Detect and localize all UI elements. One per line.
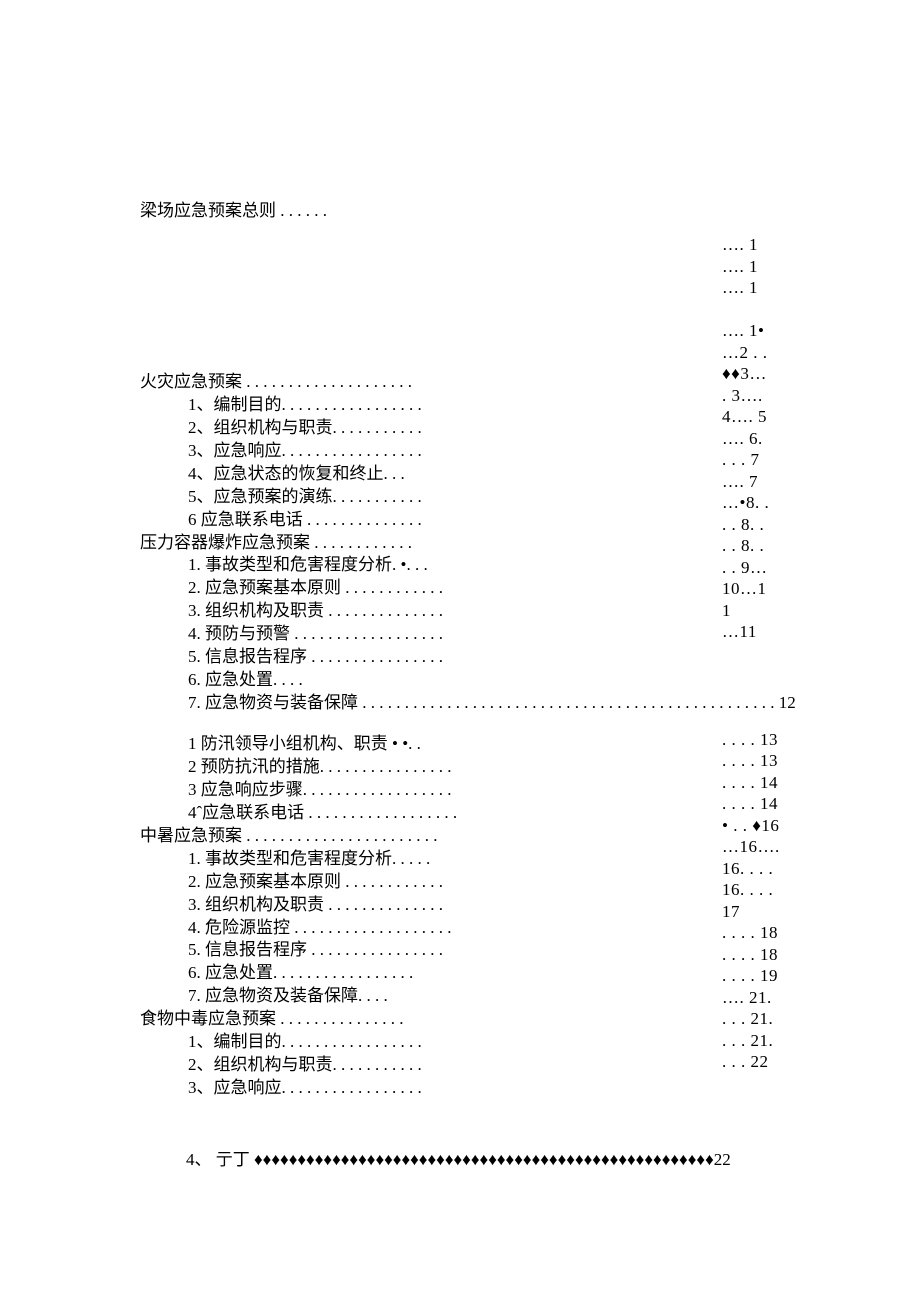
page-number: 16. . . . [722,879,804,901]
toc-entry: 2、组织机构与职责. . . . . . . . . . . [140,417,775,440]
toc-entry: 压力容器爆炸应急预案 . . . . . . . . . . . . [140,532,775,555]
page-number: . . . . 13 [722,750,804,772]
page-number: ♦♦3… [722,363,804,385]
page-number [722,299,804,321]
toc-entry: 6 应急联系电话 . . . . . . . . . . . . . . [140,509,775,532]
blank-line [140,715,775,733]
page-number: 17 [722,901,804,923]
page-number [722,664,804,686]
toc-entry: 2. 应急预案基本原则 . . . . . . . . . . . . [140,871,775,894]
page-number: …. 1 [722,277,804,299]
page-number: …. 1• [722,320,804,342]
page-number: . . . 21. [722,1008,804,1030]
page-number: …. 1 [722,256,804,278]
page-number: …. 6. [722,428,804,450]
toc-entry: 1 防汛领导小组机构、职责 • •. . [140,733,775,756]
page-number: . . . . 18 [722,922,804,944]
page-number [722,707,804,729]
page-number-column: …. 1…. 1…. 1 …. 1•…2 . .♦♦3…. 3…. 4…. 5…… [722,234,804,1073]
page-number: 4…. 5 [722,406,804,428]
toc-entry: 2 预防抗汛的措施. . . . . . . . . . . . . . . . [140,756,775,779]
toc-entry: 2. 应急预案基本原则 . . . . . . . . . . . . [140,577,775,600]
toc-entry: 7. 应急物资与装备保障 . . . . . . . . . . . . . .… [140,692,775,715]
page-number: . . 8. . [722,514,804,536]
page-number: . . . . 14 [722,793,804,815]
toc-entry: 中暑应急预案 . . . . . . . . . . . . . . . . .… [140,825,775,848]
toc-entry: 火灾应急预案 . . . . . . . . . . . . . . . . .… [140,371,775,394]
toc-entry: 1、编制目的. . . . . . . . . . . . . . . . . [140,394,775,417]
toc-entry: 3、应急响应. . . . . . . . . . . . . . . . . [140,440,775,463]
page-number: …2 . . [722,342,804,364]
page-number: . . 9… [722,557,804,579]
page-number: • . . ♦16 [722,815,804,837]
page-number: . . . 21. [722,1030,804,1052]
page-number: …. 7 [722,471,804,493]
page-number: 16. . . . [722,858,804,880]
toc-entry: 1、编制目的. . . . . . . . . . . . . . . . . [140,1031,775,1054]
page-number: 1 [722,600,804,622]
toc-lines: 火灾应急预案 . . . . . . . . . . . . . . . . .… [140,371,775,1100]
toc-entry: 2、组织机构与职责. . . . . . . . . . . [140,1054,775,1077]
page-number: …•8. . [722,492,804,514]
page-number: . . . 22 [722,1051,804,1073]
toc-entry: 4ˆ应急联系电话 . . . . . . . . . . . . . . . .… [140,802,775,825]
toc-entry: 6. 应急处置. . . . [140,669,775,692]
toc-entry: 3. 组织机构及职责 . . . . . . . . . . . . . . [140,600,775,623]
page-number: …. 21. [722,987,804,1009]
toc-entry: 6. 应急处置. . . . . . . . . . . . . . . . . [140,962,775,985]
page-number: 10…1 [722,578,804,600]
page-number: . 3…. [722,385,804,407]
page-number [722,643,804,665]
toc-entry: 1. 事故类型和危害程度分析. . . . . [140,848,775,871]
toc-entry: 3、应急响应. . . . . . . . . . . . . . . . . [140,1077,775,1100]
toc-entry: 4. 危险源监控 . . . . . . . . . . . . . . . .… [140,917,775,940]
toc-entry: 食物中毒应急预案 . . . . . . . . . . . . . . . [140,1008,775,1031]
page-number: …16…. [722,836,804,858]
page-number: …11 [722,621,804,643]
toc-entry: 1. 事故类型和危害程度分析. •. . . [140,554,775,577]
page-number [722,686,804,708]
toc-entry: 3 应急响应步骤. . . . . . . . . . . . . . . . … [140,779,775,802]
toc-entry: 5. 信息报告程序 . . . . . . . . . . . . . . . … [140,646,775,669]
page-number: . . . . 19 [722,965,804,987]
toc-entry: 7. 应急物资及装备保障. . . . [140,985,775,1008]
toc-bottom-line: 4、 亍丁 ♦♦♦♦♦♦♦♦♦♦♦♦♦♦♦♦♦♦♦♦♦♦♦♦♦♦♦♦♦♦♦♦♦♦… [186,1149,731,1172]
toc-entry: 4. 预防与预警 . . . . . . . . . . . . . . . .… [140,623,775,646]
page-number: …. 1 [722,234,804,256]
toc-entry: 4、应急状态的恢复和终止. . . [140,463,775,486]
toc-entry: 3. 组织机构及职责 . . . . . . . . . . . . . . [140,894,775,917]
page-number: . . . 7 [722,449,804,471]
page-number: . . 8. . [722,535,804,557]
page-number: . . . . 18 [722,944,804,966]
toc-entry: 5、应急预案的演练. . . . . . . . . . . [140,486,775,509]
page-number: . . . . 14 [722,772,804,794]
toc-entry: 5. 信息报告程序 . . . . . . . . . . . . . . . … [140,939,775,962]
toc-title: 梁场应急预案总则 . . . . . . [140,200,775,223]
page-number: . . . . 13 [722,729,804,751]
page: 梁场应急预案总则 . . . . . . …. 1…. 1…. 1 …. 1•…… [0,0,920,1301]
